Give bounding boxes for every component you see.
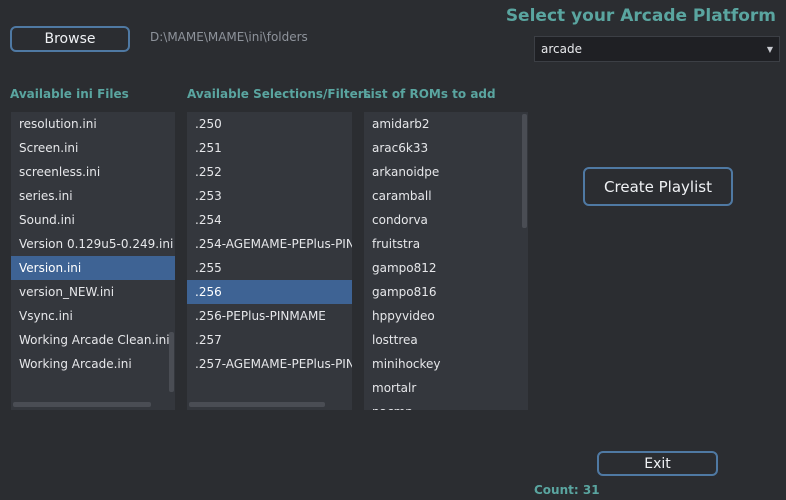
- filter-item[interactable]: .257: [187, 328, 352, 352]
- rom-item[interactable]: fruitstra: [364, 232, 528, 256]
- roms-vscrollbar[interactable]: [522, 114, 527, 228]
- platform-title: Select your Arcade Platform: [505, 6, 776, 26]
- roms-list[interactable]: amidarb2 arac6k33 arkanoidpe caramball condo…: [364, 112, 528, 410]
- filters-list[interactable]: .250.251.252.253.254.254-AGEMAME-PEPlus-…: [187, 112, 352, 410]
- filter-item[interactable]: .251: [187, 136, 352, 160]
- rom-item[interactable]: mortalr: [364, 376, 528, 400]
- browse-button[interactable]: Browse: [10, 26, 130, 52]
- rom-item[interactable]: gampo812: [364, 256, 528, 280]
- ini-file-item[interactable]: Version 0.129u5-0.249.ini: [11, 232, 175, 256]
- folder-path-label: D:\MAME\MAME\ini\folders: [150, 30, 308, 44]
- ini-files-vscrollbar[interactable]: [169, 332, 174, 392]
- platform-select[interactable]: arcade ▼: [534, 36, 780, 62]
- rom-item[interactable]: caramball: [364, 184, 528, 208]
- filter-item[interactable]: .253: [187, 184, 352, 208]
- filters-hscrollbar[interactable]: [189, 402, 325, 407]
- rom-item[interactable]: losttrea: [364, 328, 528, 352]
- rom-item[interactable]: minihockey: [364, 352, 528, 376]
- rom-item[interactable]: arac6k33: [364, 136, 528, 160]
- ini-file-item[interactable]: Working Arcade Clean.ini: [11, 328, 175, 352]
- ini-file-item[interactable]: Sound.ini: [11, 208, 175, 232]
- rom-item[interactable]: condorva: [364, 208, 528, 232]
- filter-item[interactable]: .257-AGEMAME-PEPlus-PINMAME: [187, 352, 352, 376]
- ini-file-item[interactable]: resolution.ini: [11, 112, 175, 136]
- ini-file-item[interactable]: Version.ini: [11, 256, 175, 280]
- rom-item[interactable]: arkanoidpe: [364, 160, 528, 184]
- ini-file-item[interactable]: screenless.ini: [11, 160, 175, 184]
- platform-select-value: arcade: [541, 42, 582, 56]
- ini-file-item[interactable]: Working Arcade.ini: [11, 352, 175, 376]
- roms-heading: List of ROMs to add: [363, 87, 496, 101]
- rom-item[interactable]: hppyvideo: [364, 304, 528, 328]
- ini-files-list[interactable]: resolution.ini Screen.ini screenless.ini se…: [11, 112, 175, 410]
- ini-files-heading: Available ini Files: [10, 87, 129, 101]
- filter-item[interactable]: .255: [187, 256, 352, 280]
- ini-file-item[interactable]: Vsync.ini: [11, 304, 175, 328]
- filter-item[interactable]: .254-AGEMAME-PEPlus-PINMAME: [187, 232, 352, 256]
- rom-item[interactable]: pacmp: [364, 400, 528, 410]
- chevron-down-icon: ▼: [766, 44, 773, 54]
- create-playlist-button[interactable]: Create Playlist: [583, 167, 733, 206]
- ini-file-item[interactable]: series.ini: [11, 184, 175, 208]
- filter-item[interactable]: .250: [187, 112, 352, 136]
- ini-file-item[interactable]: Screen.ini: [11, 136, 175, 160]
- filter-item[interactable]: .256: [187, 280, 352, 304]
- rom-item[interactable]: gampo816: [364, 280, 528, 304]
- ini-files-hscrollbar[interactable]: [13, 402, 151, 407]
- ini-file-item[interactable]: version_NEW.ini: [11, 280, 175, 304]
- exit-button[interactable]: Exit: [597, 451, 718, 476]
- filters-heading: Available Selections/Filters: [187, 87, 371, 101]
- filter-item[interactable]: .254: [187, 208, 352, 232]
- count-label: Count: 31: [534, 483, 600, 497]
- rom-item[interactable]: amidarb2: [364, 112, 528, 136]
- filter-item[interactable]: .256-PEPlus-PINMAME: [187, 304, 352, 328]
- filter-item[interactable]: .252: [187, 160, 352, 184]
